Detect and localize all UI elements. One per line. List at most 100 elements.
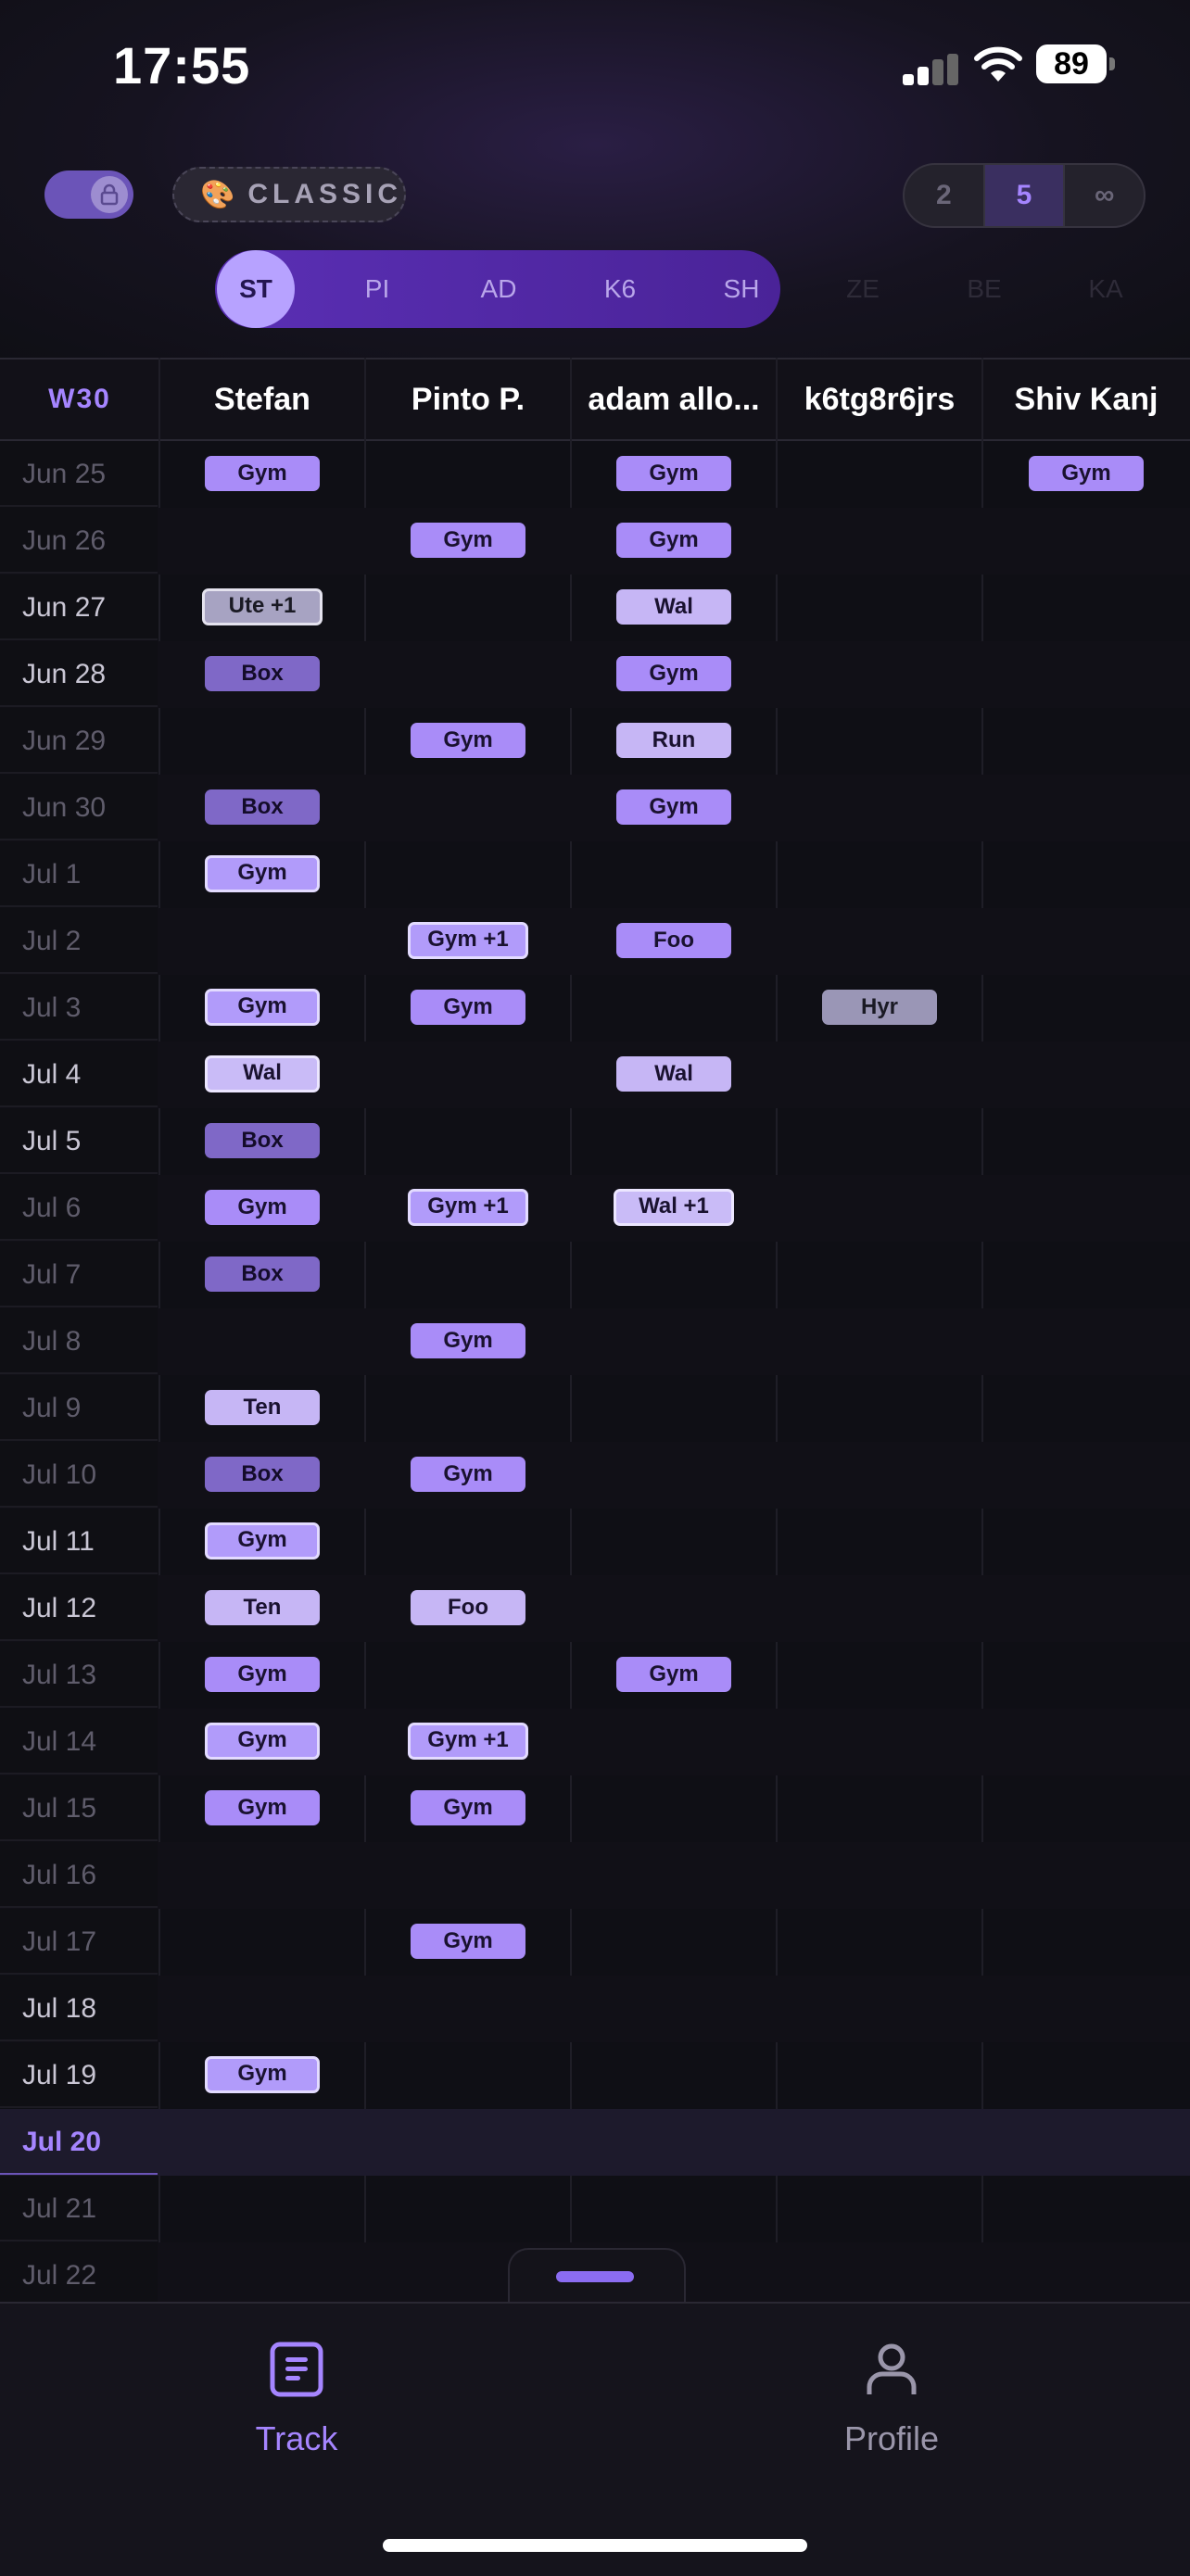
column-header: Pinto P. xyxy=(411,382,525,417)
view-count-option[interactable]: 5 xyxy=(982,165,1064,226)
lock-toggle[interactable] xyxy=(44,170,133,219)
row-date: Jul 12 xyxy=(0,1575,158,1641)
row-date: Jul 18 xyxy=(0,1976,158,2041)
table-row: Jul 2 Gym +1 Foo xyxy=(0,908,1190,975)
table-row: Jul 4 Wal Wal xyxy=(0,1042,1190,1108)
table-row: Jul 10 Box Gym xyxy=(0,1442,1190,1509)
activity-chip[interactable]: Gym xyxy=(411,723,525,758)
row-date: Jul 7 xyxy=(0,1242,158,1307)
activity-chip[interactable]: Gym xyxy=(616,523,731,558)
column-header: Shiv Kanj xyxy=(1014,382,1158,417)
row-date: Jul 20 xyxy=(0,2109,158,2175)
tab-track[interactable]: Track xyxy=(158,2341,436,2458)
activity-chip[interactable]: Ten xyxy=(205,1390,320,1425)
activity-chip[interactable]: Gym xyxy=(205,1790,320,1825)
activity-chip[interactable]: Run xyxy=(616,723,731,758)
activity-chip[interactable]: Gym xyxy=(205,2056,320,2093)
activity-chip[interactable]: Foo xyxy=(411,1590,525,1625)
user-chip-pi[interactable]: PI xyxy=(338,250,416,328)
table-row: Jul 7 Box xyxy=(0,1242,1190,1308)
week-label: W30 xyxy=(48,384,111,414)
activity-chip[interactable]: Gym xyxy=(616,456,731,491)
activity-chip[interactable]: Gym xyxy=(205,1723,320,1760)
column-header: Stefan xyxy=(214,382,310,417)
table-row: Jul 20 xyxy=(0,2109,1190,2176)
table-row: Jun 30 Box Gym xyxy=(0,775,1190,841)
activity-chip[interactable]: Gym xyxy=(205,1522,320,1559)
activity-chip[interactable]: Box xyxy=(205,1123,320,1158)
activity-chip[interactable]: Gym xyxy=(616,1657,731,1692)
theme-label: CLASSIC xyxy=(247,179,403,209)
activity-chip[interactable]: Gym xyxy=(1029,456,1144,491)
tab-bar: Track Profile xyxy=(0,2302,1190,2576)
activity-chip[interactable]: Gym xyxy=(205,456,320,491)
activity-chip[interactable]: Gym xyxy=(411,1323,525,1358)
battery-indicator: 89 xyxy=(1036,44,1107,83)
activity-chip[interactable]: Gym xyxy=(205,855,320,892)
home-indicator xyxy=(383,2539,807,2552)
activity-chip[interactable]: Gym +1 xyxy=(408,922,528,959)
activity-chip[interactable]: Gym xyxy=(411,1457,525,1492)
view-count-option[interactable]: 2 xyxy=(905,165,983,226)
table-row: Jul 8 Gym xyxy=(0,1308,1190,1375)
activity-chip[interactable]: Gym xyxy=(411,523,525,558)
row-date: Jul 8 xyxy=(0,1308,158,1374)
activity-chip[interactable]: Gym xyxy=(616,656,731,691)
theme-button[interactable]: 🎨 CLASSIC xyxy=(172,167,406,222)
user-chip-ze[interactable]: ZE xyxy=(824,250,902,328)
tab-profile[interactable]: Profile xyxy=(753,2341,1031,2458)
user-chip-st[interactable]: ST xyxy=(217,250,295,328)
activity-chip[interactable]: Gym xyxy=(411,990,525,1025)
table-row: Jul 13 Gym Gym xyxy=(0,1642,1190,1709)
row-date: Jul 19 xyxy=(0,2042,158,2108)
activity-chip[interactable]: Foo xyxy=(616,923,731,958)
activity-chip[interactable]: Gym xyxy=(205,1657,320,1692)
table-row: Jul 17 Gym xyxy=(0,1909,1190,1976)
table-row: Jul 18 xyxy=(0,1976,1190,2042)
activity-chip[interactable]: Box xyxy=(205,1457,320,1492)
row-date: Jun 30 xyxy=(0,775,158,840)
activity-chip[interactable]: Gym +1 xyxy=(408,1189,528,1226)
activity-chip[interactable]: Ten xyxy=(205,1590,320,1625)
activity-chip[interactable]: Wal xyxy=(616,1056,731,1092)
activity-chip[interactable]: Gym +1 xyxy=(408,1723,528,1760)
track-icon xyxy=(270,2342,323,2397)
table-row: Jun 25 Gym Gym Gym xyxy=(0,441,1190,508)
table-row: Jun 29 Gym Run xyxy=(0,708,1190,775)
activity-chip[interactable]: Box xyxy=(205,1256,320,1292)
row-date: Jul 6 xyxy=(0,1175,158,1241)
activity-chip[interactable]: Ute +1 xyxy=(202,588,323,625)
activity-chip[interactable]: Wal xyxy=(616,589,731,625)
row-date: Jul 10 xyxy=(0,1442,158,1508)
user-chip-sh[interactable]: SH xyxy=(703,250,780,328)
row-date: Jul 11 xyxy=(0,1509,158,1574)
activity-chip[interactable]: Gym xyxy=(616,789,731,825)
lock-icon xyxy=(91,176,128,213)
table-row: Jul 12 Ten Foo xyxy=(0,1575,1190,1642)
drawer-handle[interactable] xyxy=(556,2271,634,2282)
view-count-option[interactable]: ∞ xyxy=(1063,165,1144,226)
view-count-selector[interactable]: 2 5 ∞ xyxy=(903,163,1146,228)
activity-chip[interactable]: Gym xyxy=(205,989,320,1026)
row-date: Jun 27 xyxy=(0,575,158,640)
row-date: Jul 9 xyxy=(0,1375,158,1441)
activity-chip[interactable]: Wal +1 xyxy=(614,1189,734,1226)
activity-chip[interactable]: Gym xyxy=(205,1190,320,1225)
row-date: Jun 25 xyxy=(0,441,158,507)
activity-chip[interactable]: Hyr xyxy=(822,990,937,1025)
column-header: k6tg8r6jrs xyxy=(804,382,956,417)
user-chip-k6[interactable]: K6 xyxy=(581,250,659,328)
battery-cap xyxy=(1109,57,1115,70)
user-chip-ka[interactable]: KA xyxy=(1067,250,1145,328)
activity-chip[interactable]: Gym xyxy=(411,1924,525,1959)
user-chip-be[interactable]: BE xyxy=(945,250,1023,328)
activity-chip[interactable]: Wal xyxy=(205,1055,320,1092)
activity-chip[interactable]: Box xyxy=(205,789,320,825)
table-row: Jul 19 Gym xyxy=(0,2042,1190,2109)
column-header: adam allo... xyxy=(588,382,760,417)
table-row: Jul 6 Gym Gym +1 Wal +1 xyxy=(0,1175,1190,1242)
table-row: Jul 3 Gym Gym Hyr xyxy=(0,975,1190,1042)
user-chip-ad[interactable]: AD xyxy=(460,250,538,328)
activity-chip[interactable]: Gym xyxy=(411,1790,525,1825)
activity-chip[interactable]: Box xyxy=(205,656,320,691)
